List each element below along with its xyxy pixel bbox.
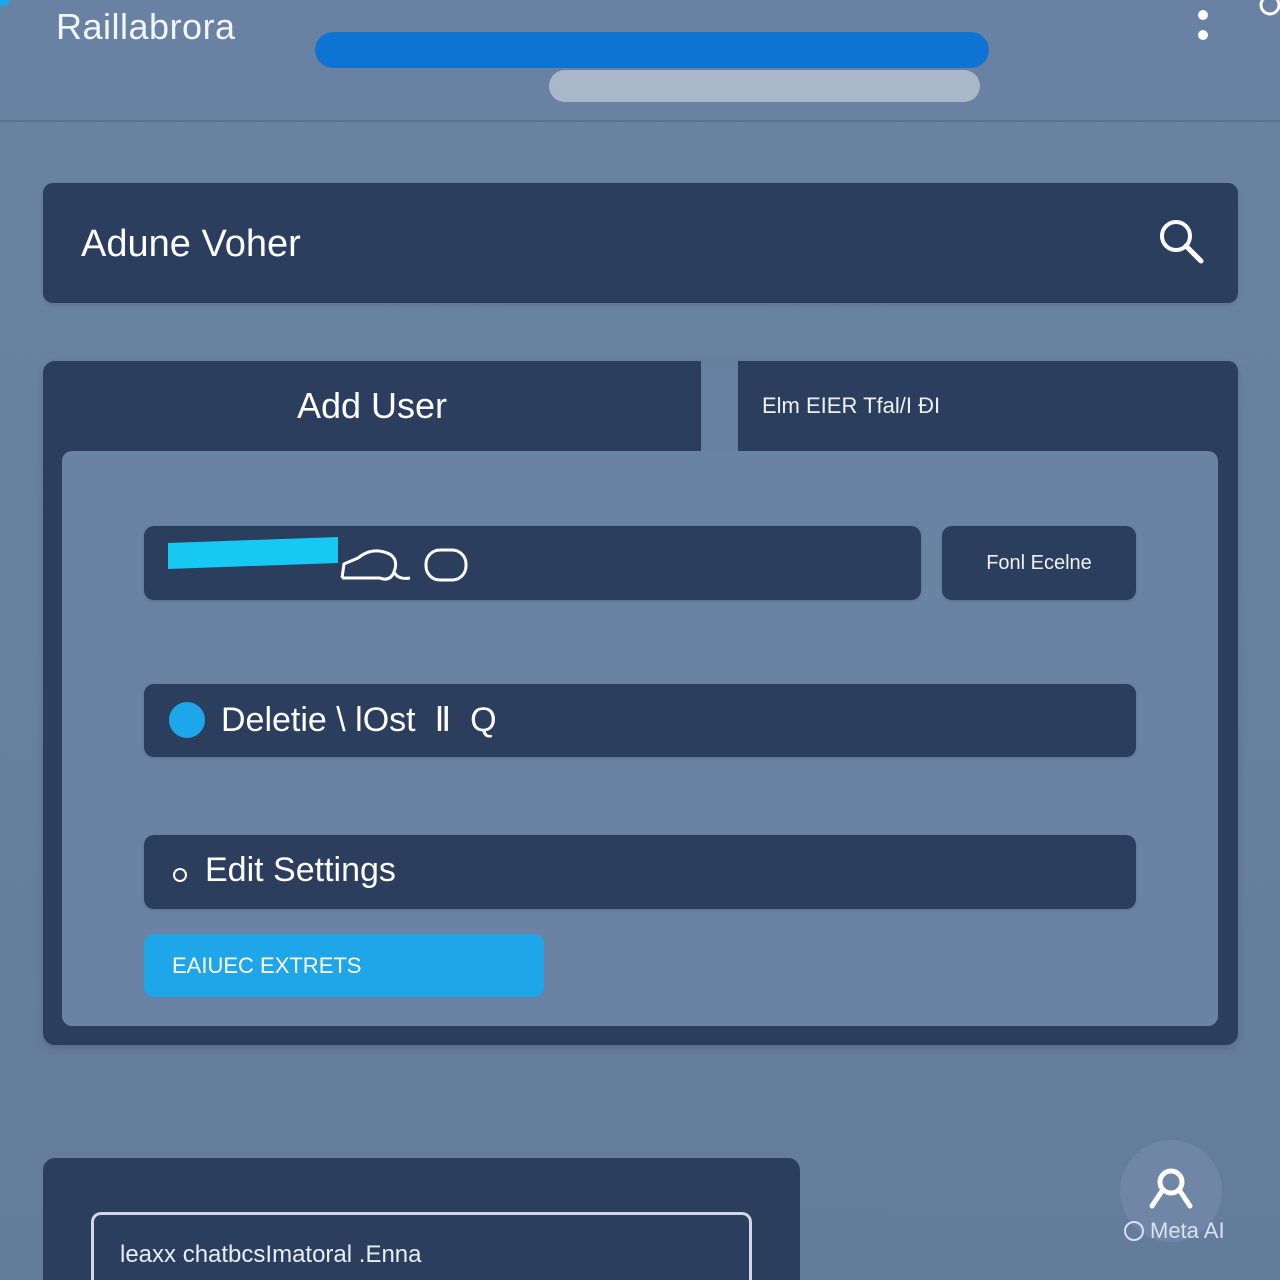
delete-option-label: Deletie \ lOst Ⅱ Q (221, 701, 497, 739)
edit-settings-option[interactable]: Edit Settings (144, 835, 1136, 909)
bottom-card: leaxx chatbcsImatoral .Enna (43, 1158, 800, 1280)
more-options-icon[interactable] (1186, 8, 1220, 44)
tab-add-user[interactable]: Add User (43, 361, 701, 450)
user-name-input[interactable] (144, 526, 921, 600)
meta-ai-logo-icon (1124, 1221, 1144, 1241)
form-panel: Fonl Ecelne Deletie \ lOst Ⅱ Q Edit Sett… (62, 451, 1218, 1026)
app-title: Raillabrora (56, 6, 236, 47)
primary-progress-fill (315, 32, 989, 68)
edit-settings-label: Edit Settings (205, 851, 396, 889)
radio-selected-icon[interactable] (169, 702, 205, 738)
app-window: { "header": { "title": "Raillabrora", "p… (0, 0, 1280, 1280)
search-input[interactable]: Adune Voher (81, 223, 301, 266)
tool-button[interactable]: Fonl Ecelne (942, 526, 1136, 600)
corner-indicator (0, 0, 10, 6)
watermark-label: Meta AI (1150, 1218, 1225, 1243)
watermark: Meta AI (1124, 1218, 1225, 1244)
primary-progress-bar (315, 32, 989, 68)
handwritten-input-glyphs (340, 548, 468, 582)
search-icon[interactable] (1156, 216, 1206, 266)
top-bar: Raillabrora (0, 0, 1280, 122)
input-highlight (168, 537, 338, 569)
primary-action-button[interactable]: EAIUEC EXTRETS (144, 934, 544, 997)
user-search-icon (1149, 1168, 1193, 1209)
radio-unselected-icon[interactable] (173, 868, 187, 882)
search-bar[interactable]: Adune Voher (43, 183, 1238, 303)
tab-secondary[interactable]: Elm EIER Tfal/I ÐI (738, 361, 1238, 450)
delete-option[interactable]: Deletie \ lOst Ⅱ Q (144, 684, 1136, 757)
bottom-text-field[interactable]: leaxx chatbcsImatoral .Enna (91, 1212, 752, 1280)
gear-icon[interactable] (1255, 0, 1280, 20)
bottom-field-text: leaxx chatbcsImatoral .Enna (120, 1241, 422, 1268)
user-management-card: Add User Elm EIER Tfal/I ÐI Fonl Ecelne … (43, 361, 1238, 1045)
secondary-progress-bar (549, 70, 980, 102)
tab-divider (701, 361, 738, 453)
